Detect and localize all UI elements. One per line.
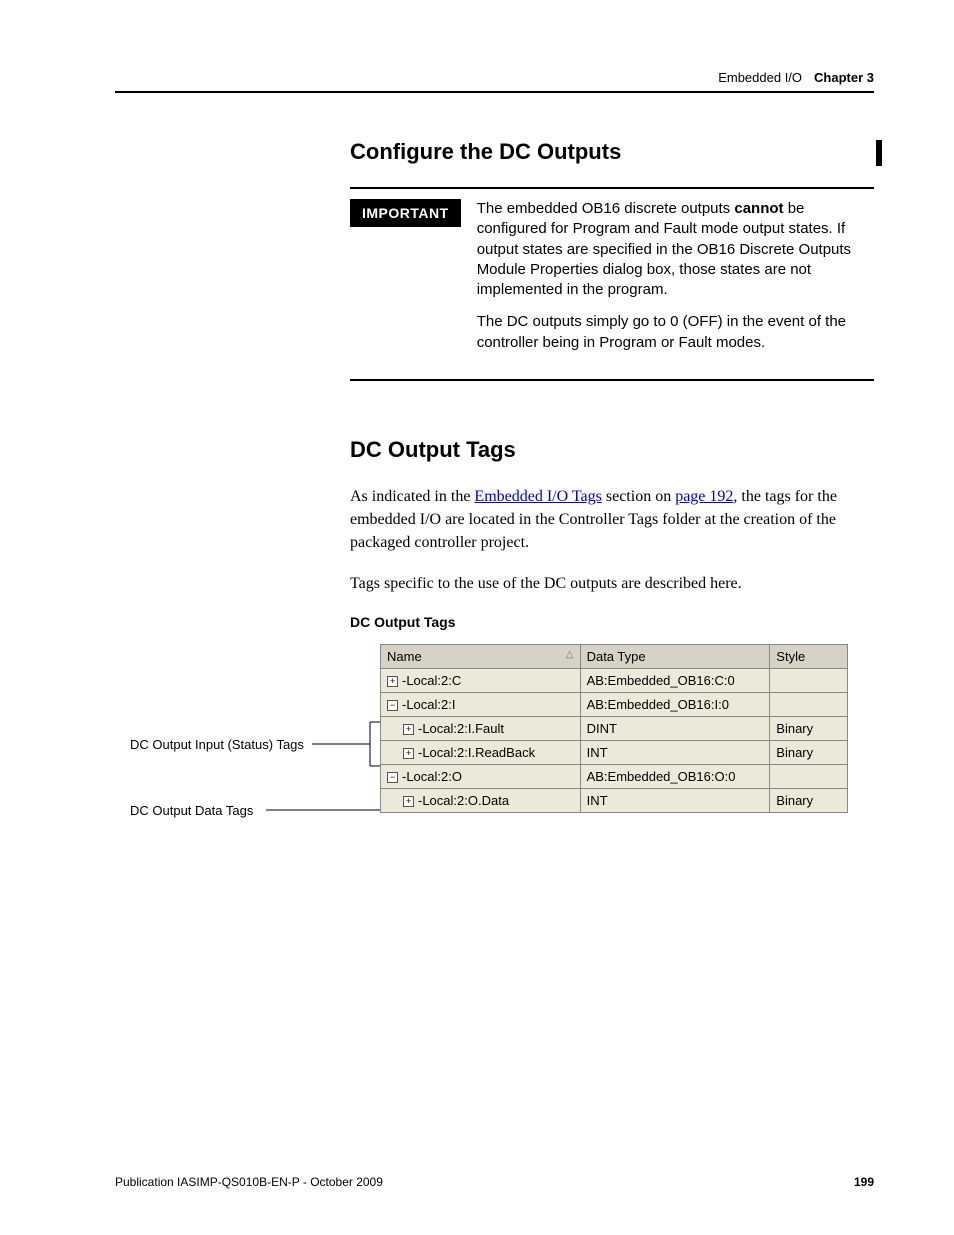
header-section: Embedded I/O	[718, 70, 802, 85]
important-text: The embedded OB16 discrete outputs canno…	[477, 199, 874, 365]
tag-datatype: INT	[580, 740, 770, 764]
divider	[350, 379, 874, 381]
change-bar-icon	[876, 140, 882, 166]
text: As indicated in the	[350, 488, 474, 505]
callout-status-tags: DC Output Input (Status) Tags	[130, 737, 304, 752]
tag-datatype: AB:Embedded_OB16:I:0	[580, 692, 770, 716]
tag-style	[770, 692, 848, 716]
section-title-tags: DC Output Tags	[350, 437, 874, 463]
publication-id: Publication IASIMP-QS010B-EN-P - October…	[115, 1175, 383, 1189]
tag-datatype: DINT	[580, 716, 770, 740]
tag-name: -Local:2:I.ReadBack	[418, 745, 535, 760]
important-badge: IMPORTANT	[350, 199, 461, 227]
table-caption: DC Output Tags	[350, 614, 874, 630]
collapse-icon[interactable]: −	[387, 700, 398, 711]
tag-style: Binary	[770, 740, 848, 764]
sort-asc-icon: △	[566, 649, 574, 660]
tag-name: -Local:2:O.Data	[418, 793, 509, 808]
table-row[interactable]: + -Local:2:I.ReadBack INTBinary	[381, 740, 848, 764]
expand-icon[interactable]: +	[403, 724, 414, 735]
link-page-192[interactable]: page 192	[675, 488, 733, 505]
tag-name: -Local:2:I	[402, 697, 455, 712]
table-row[interactable]: + -Local:2:O.Data INTBinary	[381, 788, 848, 812]
col-header-type[interactable]: Data Type	[580, 644, 770, 668]
text: The embedded OB16 discrete outputs	[477, 200, 735, 217]
text-bold: cannot	[734, 200, 783, 217]
col-header-style[interactable]: Style	[770, 644, 848, 668]
col-header-name[interactable]: Name △	[381, 644, 581, 668]
divider	[350, 187, 874, 189]
text: The DC outputs simply go to 0 (OFF) in t…	[477, 312, 874, 353]
tag-style	[770, 764, 848, 788]
link-embedded-io-tags[interactable]: Embedded I/O Tags	[474, 488, 601, 505]
tag-name: -Local:2:O	[402, 769, 462, 784]
callout-data-tags: DC Output Data Tags	[130, 803, 253, 818]
table-row[interactable]: −-Local:2:O AB:Embedded_OB16:O:0	[381, 764, 848, 788]
table-row[interactable]: −-Local:2:I AB:Embedded_OB16:I:0	[381, 692, 848, 716]
tag-datatype: INT	[580, 788, 770, 812]
table-row[interactable]: + -Local:2:C AB:Embedded_OB16:C:0	[381, 668, 848, 692]
section-title-configure: Configure the DC Outputs	[350, 139, 874, 165]
tag-style: Binary	[770, 716, 848, 740]
tag-name: -Local:2:I.Fault	[418, 721, 504, 736]
tag-datatype: AB:Embedded_OB16:O:0	[580, 764, 770, 788]
collapse-icon[interactable]: −	[387, 772, 398, 783]
text: Name	[387, 649, 422, 664]
page-number: 199	[854, 1175, 874, 1189]
table-row[interactable]: + -Local:2:I.Fault DINTBinary	[381, 716, 848, 740]
tag-style	[770, 668, 848, 692]
header-chapter: Chapter 3	[814, 70, 874, 85]
tag-style: Binary	[770, 788, 848, 812]
tag-datatype: AB:Embedded_OB16:C:0	[580, 668, 770, 692]
expand-icon[interactable]: +	[403, 748, 414, 759]
text: Tags specific to the use of the DC outpu…	[350, 572, 874, 595]
expand-icon[interactable]: +	[387, 676, 398, 687]
expand-icon[interactable]: +	[403, 796, 414, 807]
dc-output-tags-table: Name △ Data Type Style + -Local:2:C AB:Emb…	[380, 644, 848, 813]
tag-name: -Local:2:C	[402, 673, 461, 688]
text: section on	[602, 488, 675, 505]
